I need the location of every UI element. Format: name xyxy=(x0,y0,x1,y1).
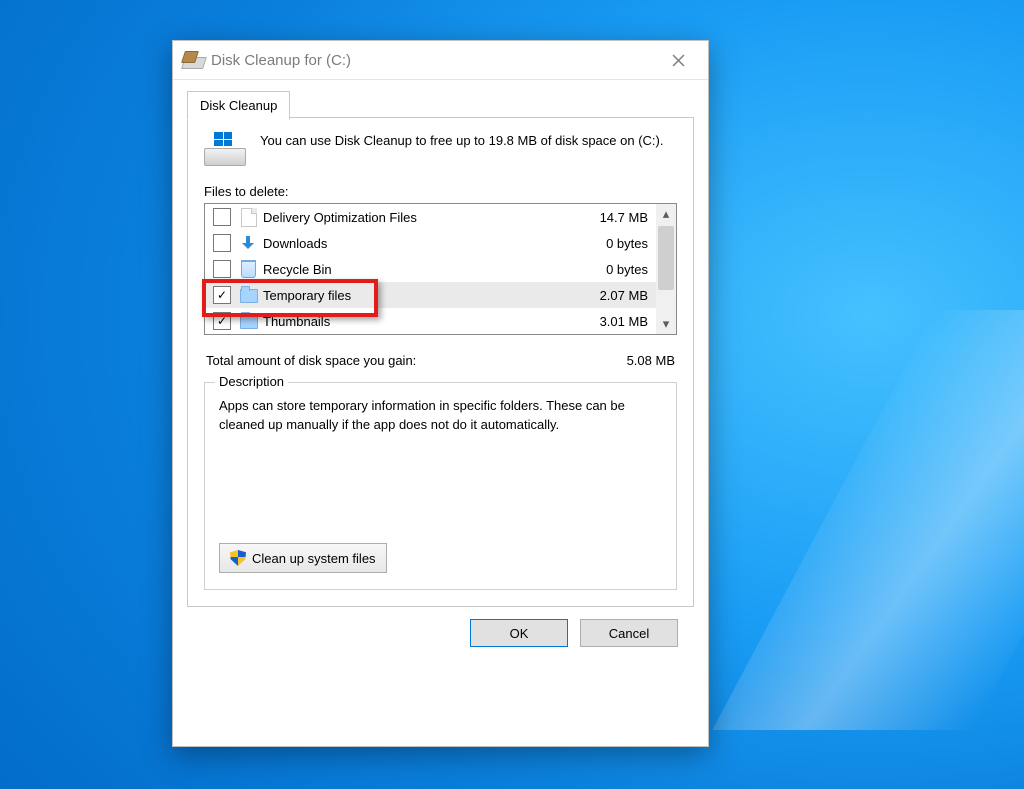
drive-icon xyxy=(204,132,244,166)
window-title: Disk Cleanup for (C:) xyxy=(211,52,351,69)
list-item-label: Downloads xyxy=(263,236,578,251)
file-icon xyxy=(239,208,257,226)
clean-system-files-button[interactable]: Clean up system files xyxy=(219,543,387,573)
close-icon xyxy=(672,54,685,67)
scroll-thumb[interactable] xyxy=(658,226,674,290)
description-text: Apps can store temporary information in … xyxy=(219,397,662,527)
list-item-size: 14.7 MB xyxy=(578,210,648,225)
scroll-down-button[interactable]: ▾ xyxy=(656,314,676,334)
ok-button[interactable]: OK xyxy=(470,619,568,647)
files-to-delete-label: Files to delete: xyxy=(204,184,677,199)
list-item[interactable]: Temporary files2.07 MB xyxy=(205,282,656,308)
disk-cleanup-icon xyxy=(183,51,203,69)
intro-text: You can use Disk Cleanup to free up to 1… xyxy=(260,132,663,166)
list-item-label: Recycle Bin xyxy=(263,262,578,277)
list-item-size: 0 bytes xyxy=(578,262,648,277)
close-button[interactable] xyxy=(656,45,700,75)
list-item-size: 2.07 MB xyxy=(578,288,648,303)
list-item-label: Temporary files xyxy=(263,288,578,303)
list-item-label: Delivery Optimization Files xyxy=(263,210,578,225)
ok-label: OK xyxy=(510,626,529,641)
uac-shield-icon xyxy=(230,550,246,566)
folder-icon xyxy=(239,286,257,304)
recycle-icon xyxy=(239,260,257,278)
description-legend: Description xyxy=(215,374,288,389)
list-item-size: 3.01 MB xyxy=(578,314,648,329)
tab-disk-cleanup[interactable]: Disk Cleanup xyxy=(187,91,290,120)
tab-panel: You can use Disk Cleanup to free up to 1… xyxy=(187,118,694,607)
cancel-button[interactable]: Cancel xyxy=(580,619,678,647)
folder-icon xyxy=(239,312,257,330)
checkbox[interactable] xyxy=(213,312,231,330)
list-item[interactable]: Thumbnails3.01 MB xyxy=(205,308,656,334)
scroll-up-button[interactable]: ▴ xyxy=(656,204,676,224)
list-item[interactable]: Recycle Bin0 bytes xyxy=(205,256,656,282)
intro-row: You can use Disk Cleanup to free up to 1… xyxy=(204,132,677,166)
download-icon xyxy=(239,234,257,252)
disk-cleanup-window: Disk Cleanup for (C:) Disk Cleanup xyxy=(172,40,709,747)
desktop-wallpaper: Disk Cleanup for (C:) Disk Cleanup xyxy=(0,0,1024,789)
tab-label: Disk Cleanup xyxy=(200,98,277,113)
list-item[interactable]: Delivery Optimization Files14.7 MB xyxy=(205,204,656,230)
total-value: 5.08 MB xyxy=(627,353,675,368)
files-list[interactable]: Delivery Optimization Files14.7 MBDownlo… xyxy=(204,203,677,335)
checkbox[interactable] xyxy=(213,286,231,304)
total-label: Total amount of disk space you gain: xyxy=(206,353,416,368)
checkbox[interactable] xyxy=(213,208,231,226)
scrollbar[interactable]: ▴ ▾ xyxy=(656,204,676,334)
dialog-buttons: OK Cancel xyxy=(187,607,694,647)
list-item-label: Thumbnails xyxy=(263,314,578,329)
list-item[interactable]: Downloads0 bytes xyxy=(205,230,656,256)
titlebar[interactable]: Disk Cleanup for (C:) xyxy=(173,41,708,80)
list-item-size: 0 bytes xyxy=(578,236,648,251)
description-group: Description Apps can store temporary inf… xyxy=(204,382,677,590)
clean-system-files-label: Clean up system files xyxy=(252,551,376,566)
cancel-label: Cancel xyxy=(609,626,649,641)
checkbox[interactable] xyxy=(213,234,231,252)
checkbox[interactable] xyxy=(213,260,231,278)
total-row: Total amount of disk space you gain: 5.0… xyxy=(206,353,675,368)
tab-strip: Disk Cleanup xyxy=(187,90,694,118)
